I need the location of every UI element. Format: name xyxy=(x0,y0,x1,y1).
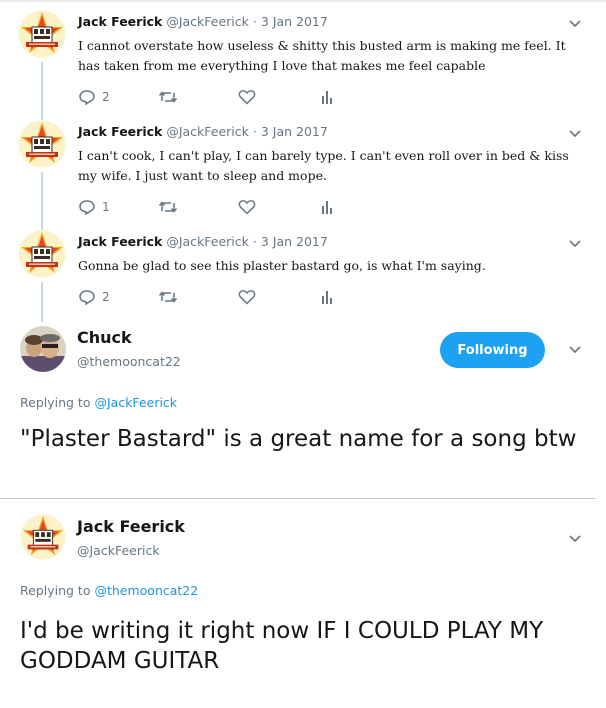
replying-to: Replying to @JackFeerick xyxy=(20,395,177,410)
chevron-down-icon[interactable] xyxy=(568,532,582,546)
tweet-date[interactable]: 3 Jan 2017 xyxy=(261,14,328,29)
replying-to-link[interactable]: @themooncat22 xyxy=(94,583,198,598)
author-name[interactable]: Jack Feerick xyxy=(77,517,185,536)
thread-tweet-1[interactable]: Jack Feerick @JackFeerick · 3 Jan 2017 I… xyxy=(0,0,606,110)
tweet-actions: 2 xyxy=(78,86,478,108)
following-button[interactable]: Following xyxy=(440,332,545,368)
conversation-page: Jack Feerick @JackFeerick · 3 Jan 2017 I… xyxy=(0,0,606,708)
author-handle[interactable]: @JackFeerick xyxy=(166,124,249,139)
tweet-actions: 1 xyxy=(78,196,478,218)
replying-to: Replying to @themooncat22 xyxy=(20,583,198,598)
replying-to-link[interactable]: @JackFeerick xyxy=(94,395,177,410)
like-button[interactable] xyxy=(238,86,256,108)
analytics-button[interactable] xyxy=(320,86,334,108)
reply-button[interactable]: 2 xyxy=(78,286,110,308)
analytics-icon xyxy=(322,91,332,104)
tweet-header: Jack Feerick @JackFeerick · 3 Jan 2017 xyxy=(78,124,328,139)
tweet-date[interactable]: 3 Jan 2017 xyxy=(261,234,328,249)
reply-icon xyxy=(79,90,95,105)
author-handle[interactable]: @themooncat22 xyxy=(77,354,181,369)
heart-icon xyxy=(238,90,256,105)
separator: · xyxy=(252,234,257,249)
reply-button[interactable]: 2 xyxy=(78,86,110,108)
chevron-down-icon[interactable] xyxy=(568,17,582,31)
separator: · xyxy=(252,14,257,29)
thread-connector xyxy=(41,110,43,120)
replying-prefix: Replying to xyxy=(20,583,91,598)
tweet-date[interactable]: 3 Jan 2017 xyxy=(261,124,328,139)
author-handle[interactable]: @JackFeerick xyxy=(166,14,249,29)
heart-icon xyxy=(238,200,256,215)
retweet-button[interactable] xyxy=(158,196,178,218)
thread-connector xyxy=(41,62,43,110)
author-name[interactable]: Jack Feerick xyxy=(78,234,162,249)
reply-button[interactable]: 1 xyxy=(78,196,110,218)
tweet-text: I cannot overstate how useless & shitty … xyxy=(78,38,566,73)
reply-count: 2 xyxy=(102,90,110,104)
tweet-text: Gonna be glad to see this plaster bastar… xyxy=(78,258,486,273)
author-name[interactable]: Jack Feerick xyxy=(78,14,162,29)
replying-prefix: Replying to xyxy=(20,395,91,410)
analytics-button[interactable] xyxy=(320,286,334,308)
heart-icon xyxy=(238,290,256,305)
thread-connector xyxy=(41,172,43,220)
avatar[interactable] xyxy=(20,514,66,560)
reply-icon xyxy=(79,290,95,305)
analytics-icon xyxy=(322,201,332,214)
avatar[interactable] xyxy=(20,326,66,372)
thread-tweet-2[interactable]: Jack Feerick @JackFeerick · 3 Jan 2017 I… xyxy=(0,110,606,220)
retweet-button[interactable] xyxy=(158,86,178,108)
chevron-down-icon[interactable] xyxy=(568,237,582,251)
chevron-down-icon[interactable] xyxy=(568,127,582,141)
tweet-text: "Plaster Bastard" is a great name for a … xyxy=(20,426,577,452)
retweet-button[interactable] xyxy=(158,286,178,308)
avatar[interactable] xyxy=(18,230,66,278)
separator: · xyxy=(252,124,257,139)
retweet-icon xyxy=(158,201,178,213)
tweet-text: I can't cook, I can't play, I can barely… xyxy=(78,148,569,183)
like-button[interactable] xyxy=(238,196,256,218)
author-name[interactable]: Jack Feerick xyxy=(78,124,162,139)
retweet-icon xyxy=(158,91,178,103)
chevron-down-icon[interactable] xyxy=(568,343,582,357)
thread-connector xyxy=(41,220,43,230)
tweet-header: Jack Feerick @JackFeerick · 3 Jan 2017 xyxy=(78,234,328,249)
tweet-text: I'd be writing it right now IF I COULD P… xyxy=(20,618,544,674)
avatar[interactable] xyxy=(18,120,66,168)
reply-icon xyxy=(79,200,95,215)
tweet-header: Jack Feerick @JackFeerick · 3 Jan 2017 xyxy=(78,14,328,29)
tweet-actions: 2 xyxy=(78,286,478,308)
analytics-icon xyxy=(322,291,332,304)
like-button[interactable] xyxy=(238,286,256,308)
analytics-button[interactable] xyxy=(320,196,334,218)
thread-connector xyxy=(41,282,43,322)
avatar[interactable] xyxy=(18,10,66,58)
author-handle[interactable]: @JackFeerick xyxy=(77,543,160,558)
retweet-icon xyxy=(158,291,178,303)
author-name[interactable]: Chuck xyxy=(77,328,132,347)
reply-count: 2 xyxy=(102,290,110,304)
author-handle[interactable]: @JackFeerick xyxy=(166,234,249,249)
thread-tweet-3[interactable]: Jack Feerick @JackFeerick · 3 Jan 2017 G… xyxy=(0,220,606,330)
reply-count: 1 xyxy=(102,200,110,214)
divider xyxy=(0,498,596,499)
